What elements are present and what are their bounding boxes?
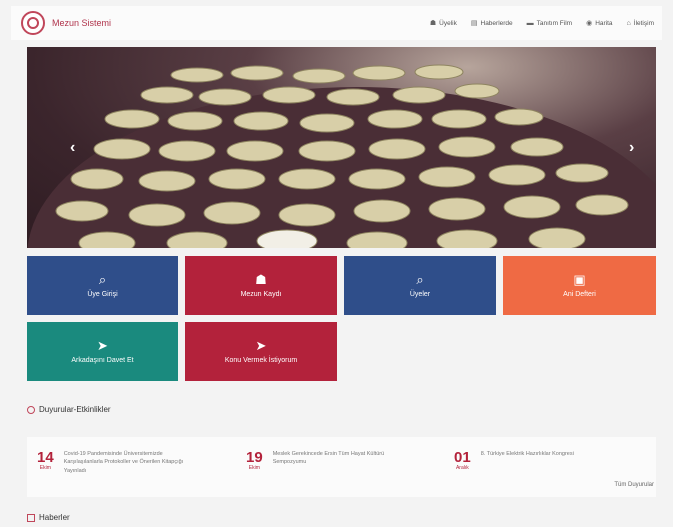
- graduate-register-button[interactable]: ☗ Mezun Kaydı: [185, 256, 337, 315]
- memory-book-button[interactable]: ▣ Ani Defteri: [503, 256, 656, 315]
- nav-item-uyelik[interactable]: ☗ Üyelik: [429, 19, 457, 28]
- brand-name[interactable]: Mezun Sistemi: [52, 18, 111, 28]
- invite-friend-button[interactable]: ➤ Arkadaşını Davet Et: [27, 322, 178, 381]
- event-title[interactable]: 8. Türkiye Elektrik Hazırlıklar Kongresi: [481, 450, 641, 471]
- paper-plane-icon: ➤: [97, 338, 108, 353]
- tile-label: Arkadaşını Davet Et: [71, 357, 134, 364]
- nav-item-tanitim[interactable]: ▬ Tanıtım Film: [527, 19, 572, 27]
- logo-icon[interactable]: [21, 11, 45, 35]
- tile-label: Konu Vermek İstiyorum: [224, 357, 298, 364]
- nav-item-label: İletişim: [633, 19, 654, 27]
- book-icon: ▣: [573, 272, 586, 287]
- globe-icon: ◉: [586, 20, 593, 27]
- event-title[interactable]: Covid-19 Pandemisinde Üniversitemizde Ka…: [64, 450, 194, 475]
- events-panel: 14 Ekim Covid-19 Pandemisinde Üniversite…: [27, 437, 656, 497]
- news-icon: [27, 513, 35, 522]
- nav-menu: ☗ Üyelik ▤ Haberlerde ▬ Tanıtım Film ◉ H…: [429, 19, 654, 28]
- film-icon: ▬: [526, 19, 534, 27]
- event-title[interactable]: Meslek Gerekincede Ersin Tüm Hayat Kültü…: [273, 450, 413, 471]
- hero-image: [27, 64, 656, 248]
- event-date: 14 Ekim: [37, 449, 54, 471]
- nav-item-label: Tanıtım Film: [536, 19, 573, 27]
- event-date: 01 Aralık: [454, 449, 471, 471]
- home-icon: ⌂: [626, 19, 631, 27]
- clock-icon: [27, 405, 35, 414]
- carousel-next-button[interactable]: ›: [629, 139, 634, 157]
- paper-plane-icon: ➤: [255, 338, 267, 353]
- tile-label: Üyeler: [409, 291, 431, 298]
- hero-carousel: ‹ ›: [27, 47, 656, 248]
- event-date: 19 Ekim: [246, 449, 263, 471]
- give-talk-button[interactable]: ➤ Konu Vermek İstiyorum: [185, 322, 337, 381]
- members-button[interactable]: ⌕ Üyeler: [344, 256, 496, 315]
- nav-item-harita[interactable]: ◉ Harita: [586, 19, 613, 28]
- search-icon: ⌕: [416, 272, 424, 287]
- event-item[interactable]: 01 Aralık 8. Türkiye Elektrik Hazırlıkla…: [454, 450, 654, 471]
- all-events-link[interactable]: Tüm Duyurular: [614, 482, 654, 488]
- event-item[interactable]: 14 Ekim Covid-19 Pandemisinde Üniversite…: [37, 450, 227, 475]
- tile-label: Üye Girişi: [87, 291, 118, 298]
- newspaper-icon: ▤: [470, 20, 478, 27]
- nav-item-label: Harita: [595, 19, 613, 27]
- user-plus-icon: ☗: [429, 20, 437, 27]
- carousel-prev-button[interactable]: ‹: [70, 139, 75, 157]
- events-section-title: Duyurular-Etkinlikler: [27, 405, 111, 414]
- nav-item-label: Haberlerde: [480, 19, 513, 27]
- add-user-icon: ☗: [255, 272, 267, 287]
- nav-item-haberler[interactable]: ▤ Haberlerde: [470, 19, 513, 28]
- search-icon: ⌕: [98, 272, 107, 287]
- top-navbar: Mezun Sistemi ☗ Üyelik ▤ Haberlerde ▬ Ta…: [11, 6, 662, 40]
- nav-item-label: Üyelik: [439, 19, 457, 27]
- event-item[interactable]: 19 Ekim Meslek Gerekincede Ersin Tüm Hay…: [246, 450, 436, 471]
- tile-label: Ani Defteri: [563, 291, 596, 298]
- news-section-title: Haberler: [27, 513, 70, 522]
- member-login-button[interactable]: ⌕ Üye Girişi: [27, 256, 178, 315]
- nav-item-iletisim[interactable]: ⌂ İletişim: [627, 19, 654, 27]
- tile-label: Mezun Kaydı: [240, 291, 282, 298]
